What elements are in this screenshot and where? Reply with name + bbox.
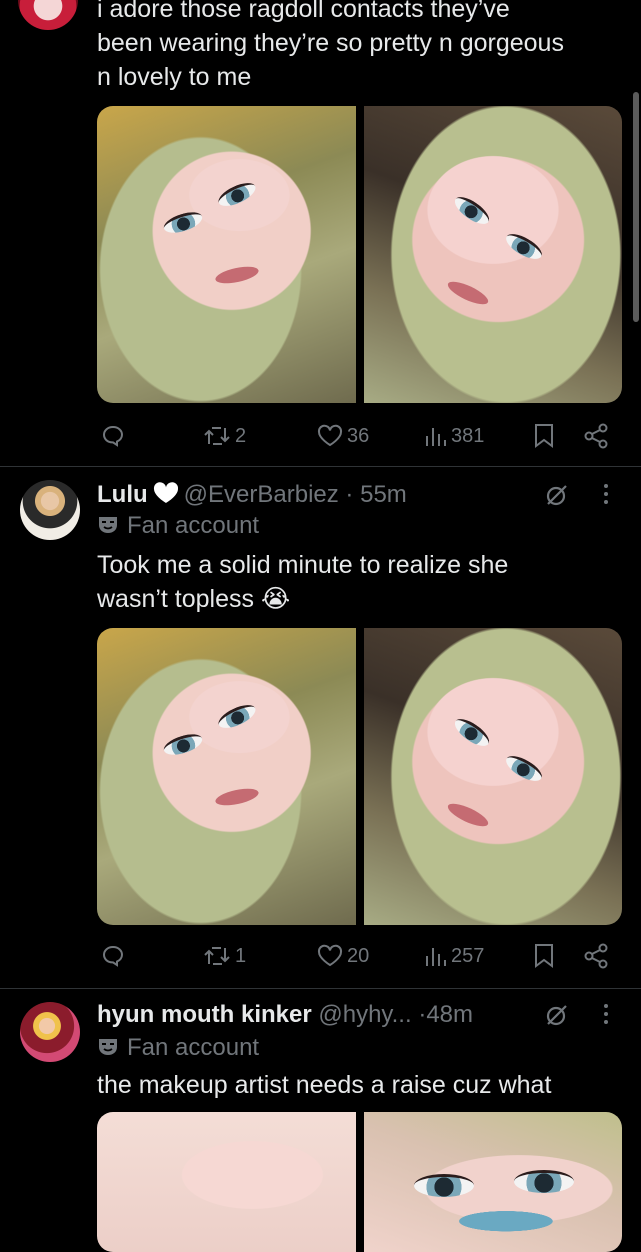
heart-icon: [317, 424, 343, 447]
divider: [0, 466, 641, 467]
tweet-2[interactable]: Lulu @EverBarbiez · 55m Fan account Took …: [0, 478, 641, 988]
grok-icon[interactable]: [544, 482, 570, 508]
action-bar: 1 20 257: [97, 939, 617, 973]
handle[interactable]: @EverBarbiez: [184, 481, 339, 508]
more-icon[interactable]: [603, 482, 609, 506]
photo-detail: [501, 751, 546, 786]
reply-icon: [102, 425, 124, 447]
scrollbar[interactable]: [633, 92, 639, 322]
photo[interactable]: [97, 1112, 356, 1252]
tweet-header: hyun mouth kinker @hyhy... ·48m: [97, 1001, 473, 1028]
avatar[interactable]: [20, 480, 80, 540]
views-icon: [426, 948, 446, 966]
action-bar: 2 36 381: [97, 419, 617, 453]
share-button[interactable]: [583, 419, 609, 453]
grok-icon[interactable]: [544, 1002, 570, 1028]
repost-icon: [204, 427, 230, 445]
tweet-3[interactable]: hyun mouth kinker @hyhy... ·48m Fan acco…: [0, 998, 641, 1252]
white-heart-icon: [153, 482, 178, 503]
photo[interactable]: [97, 628, 356, 925]
reply-button[interactable]: [101, 419, 129, 453]
photo-detail: [214, 263, 260, 287]
tweet-text: Took me a solid minute to realize she wa…: [97, 551, 509, 613]
views-button[interactable]: 257: [423, 939, 484, 973]
handle[interactable]: @hyhy...: [318, 1001, 411, 1028]
photo-detail: [444, 799, 491, 831]
media-grid[interactable]: [97, 106, 622, 403]
bookmark-button[interactable]: [533, 419, 555, 453]
photo[interactable]: [363, 106, 622, 403]
reply-icon: [102, 945, 124, 967]
mask-icon: [99, 1039, 117, 1055]
photo[interactable]: [363, 628, 622, 925]
tweet-header: Lulu @EverBarbiez · 55m: [97, 481, 407, 508]
tweet-text: the makeup artist needs a raise cuz what: [97, 1071, 552, 1099]
views-icon: [426, 428, 446, 446]
fan-account-label[interactable]: Fan account: [97, 510, 259, 542]
photo-detail: [501, 229, 546, 264]
timestamp[interactable]: 55m: [360, 481, 407, 508]
photo-detail: [214, 785, 260, 809]
media-grid[interactable]: [97, 628, 622, 925]
like-button[interactable]: 20: [317, 939, 369, 973]
heart-icon: [317, 944, 343, 967]
share-button[interactable]: [583, 939, 609, 973]
tweet-1[interactable]: i adore those ragdoll contacts they’ve b…: [0, 0, 641, 466]
photo-detail: [161, 208, 205, 237]
media-grid[interactable]: [97, 1112, 622, 1252]
photo-detail: [215, 700, 259, 733]
views-button[interactable]: 381: [423, 419, 484, 453]
share-icon: [584, 943, 608, 969]
divider: [0, 988, 641, 989]
mask-icon: [99, 517, 117, 533]
more-icon[interactable]: [603, 1002, 609, 1026]
fan-account-label[interactable]: Fan account: [97, 1032, 259, 1064]
share-icon: [584, 423, 608, 449]
photo-detail: [161, 730, 205, 759]
display-name[interactable]: Lulu: [97, 481, 148, 508]
photo[interactable]: [363, 1112, 622, 1252]
display-name[interactable]: hyun mouth kinker: [97, 1001, 312, 1028]
photo-detail: [450, 714, 493, 751]
bookmark-icon: [535, 424, 553, 448]
like-button[interactable]: 36: [317, 419, 369, 453]
photo-detail: [413, 1174, 474, 1197]
repost-button[interactable]: 2: [203, 419, 246, 453]
reply-button[interactable]: [101, 939, 129, 973]
photo-detail: [444, 277, 491, 309]
repost-icon: [204, 947, 230, 965]
photo-detail: [450, 192, 493, 229]
timestamp[interactable]: 48m: [426, 1001, 473, 1028]
photo-detail: [513, 1170, 574, 1193]
avatar[interactable]: [20, 1002, 80, 1062]
tweet-text: i adore those ragdoll contacts they’ve b…: [97, 0, 564, 91]
repost-button[interactable]: 1: [203, 939, 246, 973]
photo[interactable]: [97, 106, 356, 403]
avatar[interactable]: [18, 0, 78, 30]
photo-detail: [215, 178, 259, 211]
bookmark-icon: [535, 944, 553, 968]
bookmark-button[interactable]: [533, 939, 555, 973]
